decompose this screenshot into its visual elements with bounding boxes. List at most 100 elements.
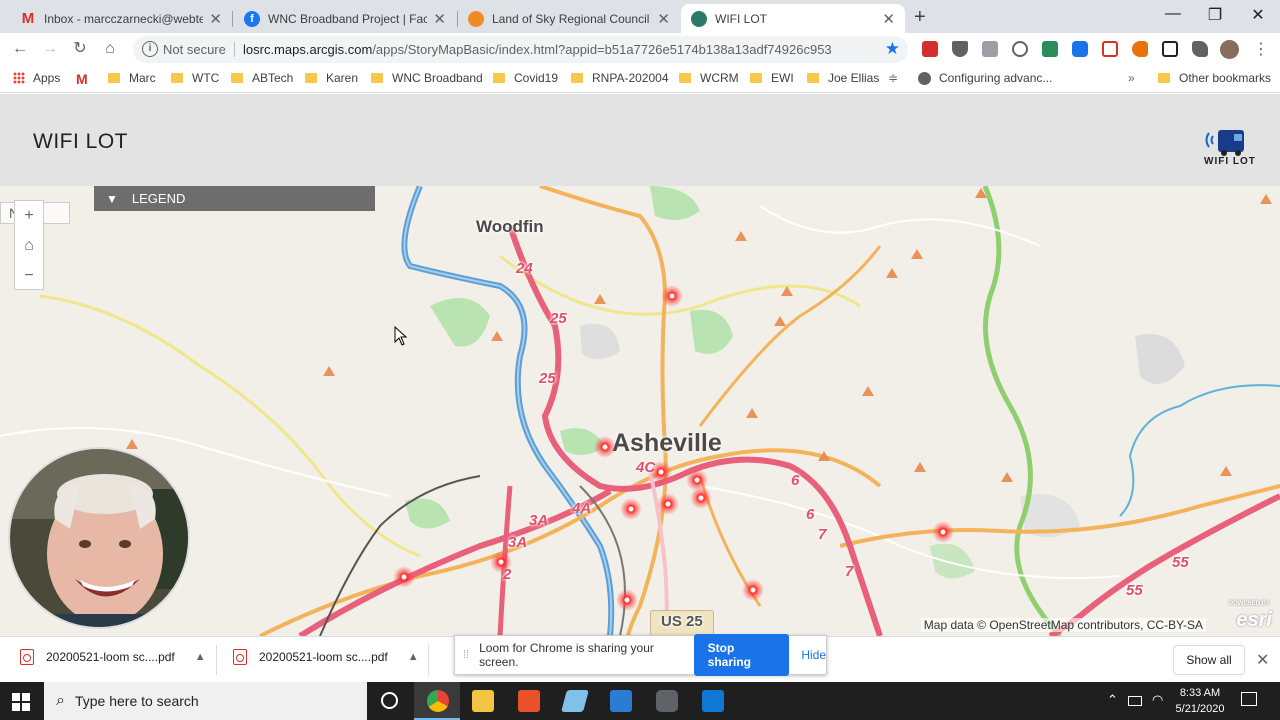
chrome-taskbar-icon[interactable] [427, 690, 449, 712]
map-view[interactable]: 24 25 25 4C 4A 3A 3A 2 6 6 7 7 55 55 US … [0, 186, 1280, 636]
extension-icon[interactable] [922, 41, 938, 57]
bookmark-folder[interactable]: ABTech [231, 71, 293, 85]
bookmark-folder[interactable]: WTC [171, 71, 219, 85]
taskbar-search-input[interactable]: ⌕ Type here to search [44, 682, 367, 720]
browser-toolbar: ← → ↻ ⌂ i Not secure losrc.maps.arcgis.c… [0, 33, 1280, 65]
zoom-extension-icon[interactable] [1072, 41, 1088, 57]
other-bookmarks[interactable]: Other bookmarks [1158, 71, 1271, 85]
bookmark-folder[interactable]: Covid19 [493, 71, 558, 85]
bookmark-folder[interactable]: Marc [108, 71, 156, 85]
zoom-out-button[interactable]: − [15, 261, 43, 291]
camera-taskbar-icon[interactable] [656, 690, 678, 712]
shield-extension-icon[interactable] [952, 41, 968, 57]
stop-sharing-button[interactable]: Stop sharing [693, 634, 790, 676]
wifi-hotspot-marker[interactable] [661, 285, 683, 307]
profile-avatar[interactable] [1220, 40, 1239, 59]
notification-icon[interactable] [1241, 692, 1257, 706]
download-item[interactable]: 20200521-loom sc....pdf ▲ [20, 649, 206, 665]
close-icon[interactable]: ✕ [882, 10, 895, 28]
tab-landofsky[interactable]: Land of Sky Regional Council ✕ [458, 4, 680, 33]
close-icon[interactable]: ✕ [433, 10, 446, 28]
basemap[interactable] [0, 186, 1280, 636]
close-icon[interactable]: ✕ [209, 10, 222, 28]
chevron-up-icon[interactable]: ▲ [408, 651, 419, 663]
close-icon[interactable]: ✕ [1256, 650, 1269, 670]
window-close-button[interactable]: ✕ [1238, 5, 1278, 25]
address-bar[interactable]: i Not secure losrc.maps.arcgis.com/apps/… [133, 36, 908, 63]
bookmark-folder[interactable]: WCRM [679, 71, 739, 85]
url-text[interactable]: losrc.maps.arcgis.com/apps/StoryMapBasic… [243, 42, 832, 57]
new-tab-button[interactable]: + [914, 6, 926, 29]
tray-overflow-icon[interactable]: ⌃ [1107, 692, 1118, 708]
download-item[interactable]: 20200521-loom sc....pdf ▲ [233, 649, 419, 665]
bookmark-apps[interactable]: Apps [13, 71, 60, 85]
wifi-hotspot-marker[interactable] [650, 461, 672, 483]
loom-webcam-bubble[interactable] [8, 447, 190, 629]
bookmark-folder[interactable]: EWI [750, 71, 794, 85]
wifi-hotspot-marker[interactable] [690, 487, 712, 509]
taskbar-clock[interactable]: 8:33 AM 5/21/2020 [1170, 685, 1230, 717]
tools-extension-icon[interactable] [1042, 41, 1058, 57]
snagit-icon[interactable] [518, 690, 540, 712]
cortana-icon[interactable] [381, 692, 398, 709]
bookmark-star-icon[interactable]: ★ [885, 39, 900, 59]
road-label: 3A [508, 534, 528, 551]
windows-start-icon[interactable] [12, 693, 30, 711]
tab-facebook[interactable]: f WNC Broadband Project | Facebo ✕ [234, 4, 456, 33]
close-icon[interactable]: ✕ [657, 10, 670, 28]
wifi-hotspot-marker[interactable] [393, 566, 415, 588]
minimize-button[interactable]: — [1153, 5, 1193, 23]
store-icon[interactable] [702, 690, 724, 712]
restore-button[interactable]: ❐ [1195, 5, 1235, 25]
battery-icon[interactable] [1128, 696, 1142, 706]
city-label-woodfin: Woodfin [476, 217, 544, 236]
zoom-control: + ⌂ − [14, 200, 44, 290]
menu-kebab-icon[interactable]: ⋮ [1253, 39, 1269, 59]
show-all-downloads-button[interactable]: Show all [1173, 645, 1245, 675]
info-icon[interactable]: i [142, 41, 158, 57]
road-label: 55 [1172, 554, 1189, 571]
bookmark-gmail[interactable]: M [76, 71, 96, 87]
forward-arrow-icon[interactable]: → [38, 37, 62, 61]
bookmark-folder[interactable]: RNPA-202004 [571, 71, 669, 85]
reload-icon[interactable]: ↻ [68, 37, 92, 61]
wifi-hotspot-marker[interactable] [616, 589, 638, 611]
bookmark-folder[interactable]: Joe Ellias [807, 71, 879, 85]
apps-grid-icon [13, 72, 25, 84]
puzzle-extension-icon[interactable] [1192, 41, 1208, 57]
file-explorer-icon[interactable] [472, 690, 494, 712]
tab-wifi-lot[interactable]: WIFI LOT ✕ [681, 4, 905, 33]
gmail-extension-icon[interactable] [1102, 41, 1118, 57]
bookmark-link[interactable]: Configuring advanc... [918, 71, 1052, 85]
grid-extension-icon[interactable] [1162, 41, 1178, 57]
app-taskbar-icon[interactable] [561, 690, 589, 712]
wifi-hotspot-marker[interactable] [490, 551, 512, 573]
legend-toggle[interactable]: ▼ LEGEND [94, 186, 375, 211]
chevron-up-icon[interactable]: ▲ [195, 651, 206, 663]
wifi-hotspot-marker[interactable] [594, 436, 616, 458]
wifi-hotspot-marker[interactable] [742, 579, 764, 601]
sway-icon[interactable] [610, 690, 632, 712]
zoom-in-button[interactable]: + [15, 201, 43, 231]
hide-share-notice-button[interactable]: Hide [801, 648, 826, 662]
tab-gmail[interactable]: M Inbox - marcczarnecki@webtech ✕ [10, 4, 232, 33]
spiral-extension-icon[interactable] [1012, 41, 1028, 57]
home-extent-button[interactable]: ⌂ [15, 231, 43, 261]
bookmarks-overflow-icon[interactable]: » [1128, 71, 1135, 85]
esri-powered-by: POWERED BY [1228, 601, 1270, 607]
drag-handle-icon[interactable]: ⁞⁞ [463, 649, 469, 661]
bookmark-folder[interactable]: Karen [305, 71, 358, 85]
home-icon[interactable]: ⌂ [98, 37, 122, 61]
road-label: 25 [550, 310, 567, 327]
folder-icon [171, 73, 183, 83]
folder-icon [493, 73, 505, 83]
megaphone-extension-icon[interactable] [1132, 41, 1148, 57]
download-divider [428, 645, 429, 675]
wifi-hotspot-marker[interactable] [932, 521, 954, 543]
bookmark-folder[interactable]: WNC Broadband [371, 71, 483, 85]
camera-extension-icon[interactable] [982, 41, 998, 57]
wifi-hotspot-marker[interactable] [657, 493, 679, 515]
wifi-icon[interactable]: ◠ [1152, 692, 1163, 708]
back-arrow-icon[interactable]: ← [8, 37, 32, 61]
wifi-hotspot-marker[interactable] [620, 498, 642, 520]
